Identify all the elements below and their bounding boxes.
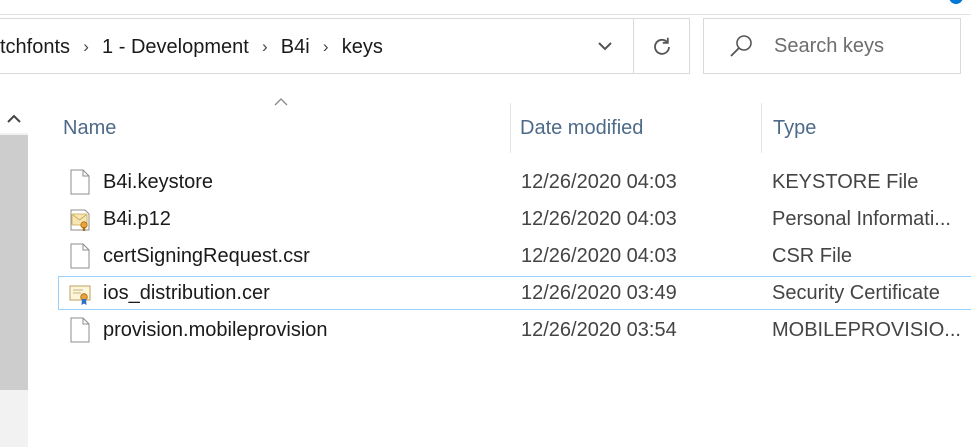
scrollbar-thumb[interactable]	[0, 135, 28, 390]
file-type: MOBILEPROVISIO...	[772, 318, 961, 341]
scroll-up-button[interactable]	[0, 103, 28, 133]
chevron-up-icon	[7, 114, 21, 123]
search-input[interactable]	[774, 34, 954, 58]
recent-locations-button[interactable]	[580, 19, 630, 73]
breadcrumb: tchfonts › 1 - Development › B4i › keys	[0, 19, 383, 75]
file-icon	[70, 243, 90, 269]
file-date: 12/26/2020 04:03	[521, 170, 677, 193]
file-name-cell: B4i.keystore	[69, 166, 509, 198]
breadcrumb-item-fonts[interactable]: tchfonts	[0, 36, 70, 59]
file-type: CSR File	[772, 244, 853, 267]
chevron-down-icon	[598, 42, 612, 51]
file-row[interactable]: certSigningRequest.csr 12/26/2020 04:03 …	[58, 239, 971, 273]
file-name-cell: provision.mobileprovision	[69, 314, 509, 346]
file-row[interactable]: B4i.keystore 12/26/2020 04:03 KEYSTORE F…	[58, 165, 971, 199]
certificate-icon	[69, 285, 91, 305]
file-row[interactable]: B4i.p12 12/26/2020 04:03 Personal Inform…	[58, 202, 971, 236]
file-name-cell: B4i.p12	[69, 203, 509, 235]
window-top-strip	[0, 0, 971, 15]
file-icon	[70, 317, 90, 343]
column-header-date-modified[interactable]: Date modified	[520, 103, 760, 153]
search-icon	[730, 35, 752, 57]
breadcrumb-item-b4i[interactable]: B4i	[281, 36, 310, 59]
file-row-selected[interactable]: ios_distribution.cer 12/26/2020 03:49 Se…	[58, 276, 971, 310]
accent-indicator	[949, 0, 963, 4]
file-name-cell: certSigningRequest.csr	[69, 240, 509, 272]
file-type: KEYSTORE File	[772, 170, 919, 193]
file-date: 12/26/2020 03:54	[521, 318, 677, 341]
file-row[interactable]: provision.mobileprovision 12/26/2020 03:…	[58, 313, 971, 347]
search-box[interactable]	[703, 18, 961, 74]
file-name: B4i.p12	[103, 207, 171, 230]
file-type: Personal Informati...	[772, 207, 951, 230]
file-icon	[70, 169, 90, 195]
file-name: ios_distribution.cer	[103, 281, 270, 304]
column-divider[interactable]	[761, 103, 762, 153]
column-header-row: Name Date modified Type	[28, 98, 971, 153]
file-date: 12/26/2020 04:03	[521, 244, 677, 267]
personal-info-exchange-icon	[70, 209, 90, 231]
file-date: 12/26/2020 04:03	[521, 207, 677, 230]
address-bar[interactable]: tchfonts › 1 - Development › B4i › keys	[0, 18, 634, 74]
breadcrumb-chevron-icon[interactable]: ›	[314, 37, 338, 57]
file-name-cell: ios_distribution.cer	[69, 277, 509, 309]
file-type: Security Certificate	[772, 281, 940, 304]
refresh-icon	[653, 37, 670, 55]
file-name: B4i.keystore	[103, 170, 214, 193]
breadcrumb-chevron-icon[interactable]: ›	[253, 37, 277, 57]
column-header-name[interactable]: Name	[63, 103, 515, 153]
breadcrumb-chevron-icon[interactable]: ›	[74, 37, 98, 57]
file-name: certSigningRequest.csr	[103, 244, 310, 267]
breadcrumb-item-keys[interactable]: keys	[342, 36, 383, 59]
refresh-button[interactable]	[634, 18, 690, 74]
file-name: provision.mobileprovision	[103, 318, 328, 341]
column-header-type[interactable]: Type	[773, 103, 971, 153]
column-divider[interactable]	[510, 103, 511, 153]
breadcrumb-item-development[interactable]: 1 - Development	[102, 36, 249, 59]
file-date: 12/26/2020 03:49	[521, 281, 677, 304]
